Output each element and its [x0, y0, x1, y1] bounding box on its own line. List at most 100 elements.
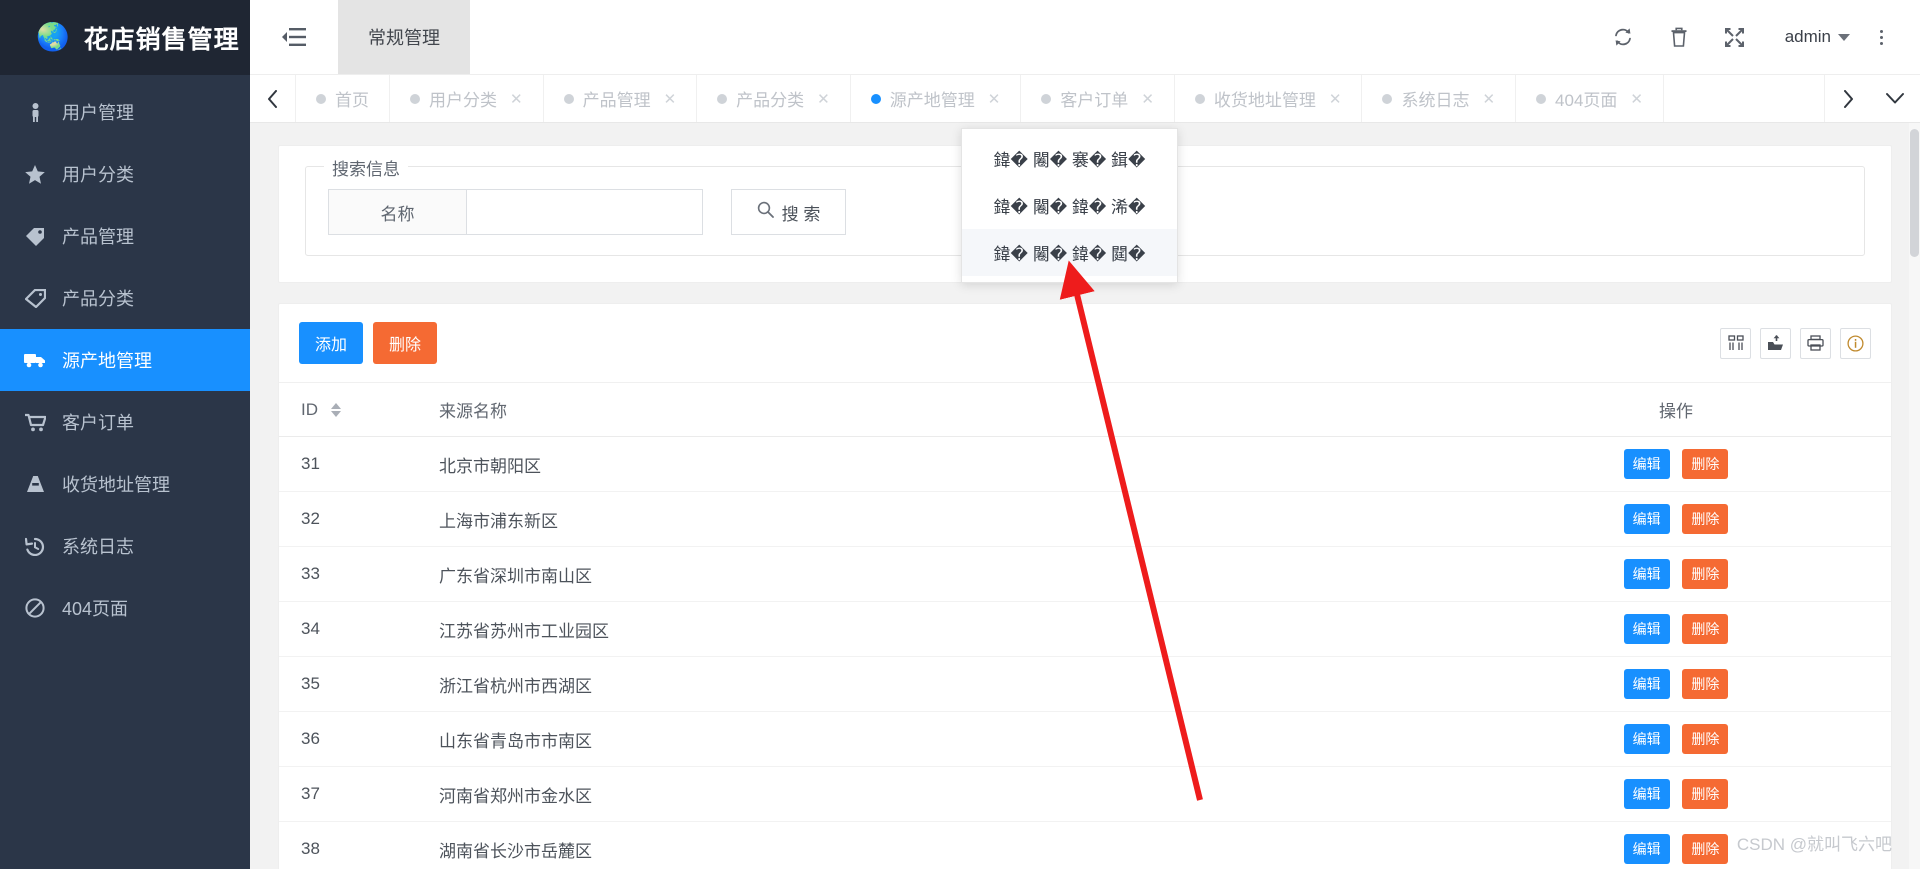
table-row[interactable]: 37 河南省郑州市金水区 编辑 删除	[279, 766, 1891, 822]
cell-id: 38	[279, 821, 369, 869]
tab-status-dot	[410, 93, 420, 104]
row-delete-button[interactable]: 删除	[1682, 614, 1729, 644]
table-row[interactable]: 34 江苏省苏州市工业园区 编辑 删除	[279, 601, 1891, 657]
sidebar-item-product-management[interactable]: 产品管理	[0, 205, 250, 267]
sidebar-item-label: 404页面	[62, 599, 129, 619]
row-edit-button[interactable]: 编辑	[1623, 449, 1670, 479]
cell-operation: 编辑 删除	[1461, 491, 1891, 547]
row-delete-button[interactable]: 删除	[1682, 559, 1729, 589]
row-edit-button[interactable]: 编辑	[1623, 669, 1670, 699]
row-delete-button[interactable]: 删除	[1682, 449, 1729, 479]
sidebar-item-label: 客户订单	[62, 413, 134, 433]
cell-operation: 编辑 删除	[1461, 656, 1891, 712]
close-icon[interactable]: ✕	[817, 90, 830, 108]
sidebar-item-address-management[interactable]: 收货地址管理	[0, 453, 250, 515]
sidebar-item-customer-orders[interactable]: 客户订单	[0, 391, 250, 453]
sidebar-item-label: 源产地管理	[62, 351, 152, 371]
sidebar-item-system-log[interactable]: 系统日志	[0, 515, 250, 577]
delete-button[interactable]: 删除	[373, 322, 438, 364]
table-row[interactable]: 36 山东省青岛市市南区 编辑 删除	[279, 711, 1891, 767]
topbar-actions: admin	[1595, 0, 1920, 74]
chevron-right-icon[interactable]	[1824, 75, 1870, 122]
sidebar-item-label: 产品管理	[62, 227, 134, 247]
close-icon[interactable]: ✕	[510, 90, 523, 108]
sidebar-item-product-category[interactable]: 产品分类	[0, 267, 250, 329]
tab-product-category[interactable]: 产品分类 ✕	[697, 75, 851, 122]
trash-icon[interactable]	[1651, 0, 1707, 75]
tag-icon	[24, 227, 46, 246]
close-icon[interactable]: ✕	[1141, 90, 1154, 108]
sort-icon[interactable]	[330, 403, 341, 418]
column-header-operation: 操作	[1461, 383, 1891, 437]
row-edit-button[interactable]: 编辑	[1623, 779, 1670, 809]
close-icon[interactable]: ✕	[664, 90, 677, 108]
vertical-scrollbar[interactable]	[1909, 123, 1920, 869]
close-icon[interactable]: ✕	[1482, 90, 1495, 108]
row-edit-button[interactable]: 编辑	[1623, 614, 1670, 644]
print-icon[interactable]	[1800, 327, 1831, 359]
row-edit-button[interactable]: 编辑	[1623, 834, 1670, 864]
row-delete-button[interactable]: 删除	[1682, 669, 1729, 699]
app-root: 🌏 花店销售管理 用户管理 用户分类 产品管理 产品分类 源产地管理 客户订单 …	[0, 0, 1920, 869]
user-menu[interactable]: admin	[1763, 27, 1864, 47]
table-row[interactable]: 33 广东省深圳市南山区 编辑 删除	[279, 546, 1891, 602]
row-edit-button[interactable]: 编辑	[1623, 504, 1670, 534]
refresh-icon[interactable]	[1595, 0, 1651, 75]
table-row[interactable]: 31 北京市朝阳区 编辑 删除	[279, 436, 1891, 492]
row-edit-button[interactable]: 编辑	[1623, 559, 1670, 589]
search-button[interactable]: 搜 索	[731, 189, 846, 235]
sidebar-item-user-management[interactable]: 用户管理	[0, 81, 250, 143]
table-row[interactable]: 38 湖南省长沙市岳麓区 编辑 删除	[279, 821, 1891, 869]
add-button[interactable]: 添加	[299, 322, 364, 364]
dropdown-item-3[interactable]: 鍏� 闂� 鍏� 閮�	[962, 229, 1177, 276]
tab-home[interactable]: 首页	[296, 75, 390, 122]
export-icon[interactable]	[1760, 327, 1791, 359]
row-delete-button[interactable]: 删除	[1682, 779, 1729, 809]
star-icon	[24, 164, 46, 184]
search-input[interactable]	[466, 189, 703, 235]
dropdown-item-2[interactable]: 鍏� 闂� 鍏� 浠�	[962, 182, 1177, 229]
close-icon[interactable]: ✕	[988, 90, 1001, 108]
tab-status-dot	[1536, 93, 1547, 104]
column-header-id[interactable]: ID	[279, 383, 369, 437]
history-icon	[24, 537, 46, 556]
name-input-group: 名称	[328, 189, 703, 235]
more-vertical-icon[interactable]	[1864, 0, 1898, 75]
tab-status-dot	[316, 93, 326, 104]
tab-origin-management[interactable]: 源产地管理 ✕	[851, 75, 1022, 122]
tab-product-management[interactable]: 产品管理 ✕	[544, 75, 698, 122]
cell-operation: 编辑 删除	[1461, 436, 1891, 492]
table-row[interactable]: 35 浙江省杭州市西湖区 编辑 删除	[279, 656, 1891, 712]
tab-system-log[interactable]: 系统日志 ✕	[1362, 75, 1517, 122]
data-table-panel: 添加 删除 ID 来源名称 操作 31 北京市朝阳区 编辑 删除 32 上海市浦…	[278, 303, 1892, 869]
search-icon	[757, 201, 774, 223]
tab-404-page[interactable]: 404页面 ✕	[1516, 75, 1664, 122]
row-delete-button[interactable]: 删除	[1682, 504, 1729, 534]
row-edit-button[interactable]: 编辑	[1623, 724, 1670, 754]
fullscreen-icon[interactable]	[1707, 0, 1763, 75]
row-delete-button[interactable]: 删除	[1682, 834, 1729, 864]
tab-dropdown-chevron-down-icon[interactable]	[1870, 75, 1920, 122]
info-icon[interactable]	[1840, 327, 1871, 359]
scrollbar-thumb[interactable]	[1910, 129, 1919, 257]
search-button-label: 搜 索	[781, 204, 821, 224]
tab-customer-orders[interactable]: 客户订单 ✕	[1021, 75, 1175, 122]
columns-icon[interactable]	[1720, 327, 1751, 359]
dropdown-item-1[interactable]: 鍏� 闂� 褰� 鍓�	[962, 135, 1177, 182]
top-menu-item-general[interactable]: 常规管理	[338, 0, 470, 74]
cell-id: 31	[279, 436, 369, 492]
sidebar-item-user-category[interactable]: 用户分类	[0, 143, 250, 205]
tab-status-dot	[870, 93, 881, 104]
row-delete-button[interactable]: 删除	[1682, 724, 1729, 754]
menu-fold-icon[interactable]	[250, 0, 338, 74]
table-row[interactable]: 32 上海市浦东新区 编辑 删除	[279, 491, 1891, 547]
sidebar-item-origin-management[interactable]: 源产地管理	[0, 329, 250, 391]
tab-address-management[interactable]: 收货地址管理 ✕	[1175, 75, 1363, 122]
tab-status-dot	[717, 93, 728, 104]
sidebar-item-label: 用户管理	[62, 103, 134, 123]
chevron-left-icon[interactable]	[250, 75, 296, 122]
close-icon[interactable]: ✕	[1630, 90, 1643, 108]
sidebar-item-404-page[interactable]: 404页面	[0, 577, 250, 639]
close-icon[interactable]: ✕	[1329, 90, 1342, 108]
tab-user-category[interactable]: 用户分类 ✕	[390, 75, 544, 122]
